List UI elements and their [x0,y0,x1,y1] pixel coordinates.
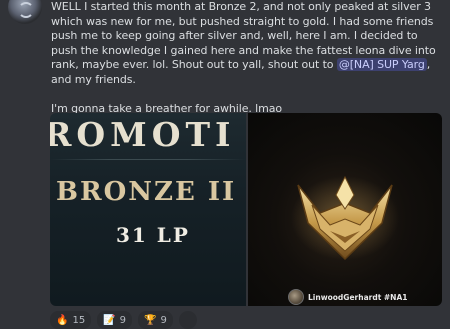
promotion-banner-text: ROMOTI [50,115,236,154]
banner-divider [50,159,246,160]
player-name: LinwoodGerhardt #NA1 [308,292,408,302]
rank-promotion-image[interactable]: ROMOTI BRONZE II 31 LP [50,113,246,306]
user-avatar[interactable] [8,0,42,24]
rank-name: BRONZE II [56,177,237,207]
fire-icon: 🔥 [56,314,69,326]
reaction-count: 9 [160,314,167,326]
gold-rank-emblem-icon [291,175,399,261]
reaction-fire[interactable]: 🔥 15 [50,311,92,329]
reaction-count: 9 [119,314,127,326]
player-avatar-icon [288,289,304,305]
add-reaction-button[interactable] [178,311,197,329]
memo-icon: 📝 [103,314,116,326]
trophy-icon: 🏆 [144,314,157,326]
rank-emblem-image[interactable]: LinwoodGerhardt #NA1 [248,113,442,306]
league-points: 31 LP [116,223,190,247]
player-watermark: LinwoodGerhardt #NA1 [288,289,407,305]
user-mention[interactable]: @[NA] SUP Yarg [336,58,427,72]
message-content: WELL I started this month at Bronze 2, a… [51,0,443,117]
reaction-count: 15 [72,314,86,326]
reaction-memo[interactable]: 📝 9 [97,311,133,329]
reaction-bar: 🔥 15 📝 9 🏆 9 [50,311,197,329]
message-line-1: WELL I started this month at Bronze 2, a… [51,0,443,88]
image-attachments: ROMOTI BRONZE II 31 LP LinwoodGerhardt #… [50,113,442,306]
reaction-trophy[interactable]: 🏆 9 [138,311,173,329]
